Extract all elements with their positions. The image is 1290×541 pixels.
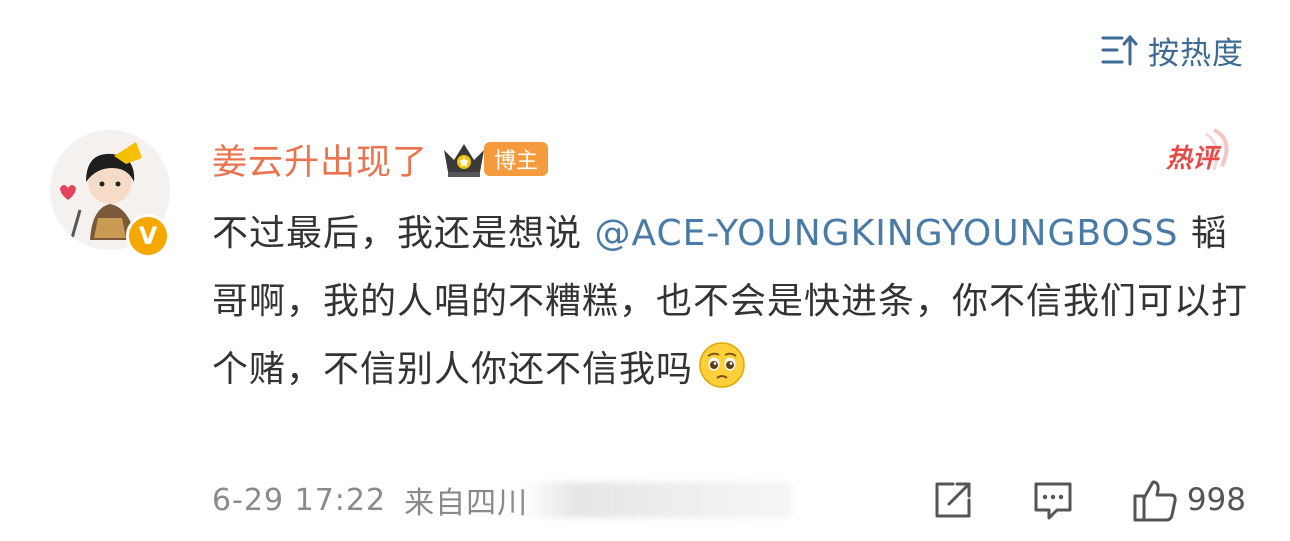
sort-label: 按热度 (1148, 35, 1244, 72)
comment-location: 来自四川 (404, 486, 529, 521)
share-button[interactable] (931, 478, 975, 522)
crown-icon (444, 144, 485, 177)
watermark-blur (522, 482, 793, 518)
reply-button[interactable] (1031, 478, 1075, 522)
sort-button[interactable]: 按热度 (1100, 28, 1244, 72)
like-button[interactable]: 998 (1131, 476, 1246, 524)
hot-comment-tag: 热评 (1164, 126, 1236, 178)
like-count: 998 (1186, 482, 1246, 518)
comment-text-before: 不过最后，我还是想说 (212, 213, 595, 254)
comment-icon (1034, 482, 1072, 520)
comment-meta: 6-29 17:22 来自四川 (212, 474, 793, 526)
comment-actions: 998 (931, 472, 1246, 528)
mention-link[interactable]: @ACE-YOUNGKINGYOUNGBOSS (594, 213, 1178, 254)
comment-text: 不过最后，我还是想说 @ACE-YOUNGKINGYOUNGBOSS 韬哥啊，我… (212, 200, 1252, 404)
share-icon (935, 482, 971, 518)
thumbs-up-icon (1133, 480, 1177, 522)
username[interactable]: 姜云升出现了 (212, 134, 428, 185)
comment-date: 6-29 17:22 (212, 482, 387, 518)
hot-tag-label: 热评 (1166, 144, 1219, 174)
blogger-badge: 博主 (484, 142, 549, 176)
comment-header: 姜云升出现了 博主 (212, 134, 549, 185)
verified-badge-icon: V (126, 214, 170, 258)
sort-icon (1101, 34, 1138, 66)
pleading-face-icon (697, 340, 747, 390)
